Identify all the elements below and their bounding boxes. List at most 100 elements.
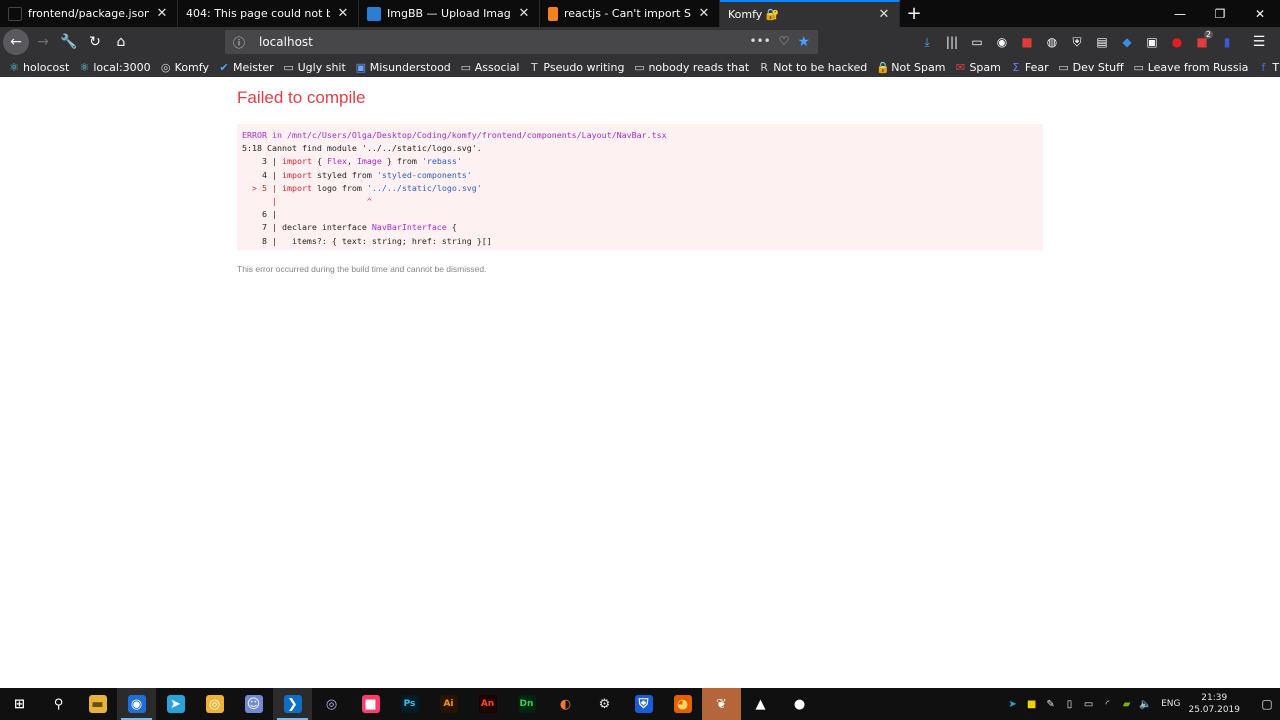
url-bar[interactable]: ⓘ localhost ••• ♡ ★ [225,30,818,54]
bookmark-item[interactable]: ✔ Meister [218,61,273,74]
extension-drop-icon[interactable]: ● [1166,30,1188,54]
close-icon[interactable]: ✕ [877,7,891,22]
telegram-tray-icon[interactable]: ➤ [1003,688,1022,720]
extension-blue-icon[interactable]: ◆ [1116,30,1138,54]
taskbar-app-highlighted[interactable]: ❦ [702,688,741,720]
info-icon[interactable]: ⓘ [233,34,249,51]
bookmark-item[interactable]: ⚛ holocost [8,61,69,74]
bookmark-item[interactable]: ▭ nobody reads that [633,61,749,74]
taskbar-start-button[interactable]: ⊞ [0,688,39,720]
tab-404[interactable]: 404: This page could not be found ✕ [178,0,359,27]
minimize-button[interactable]: — [1160,0,1200,27]
tab-komfy[interactable]: Komfy 🔐 ✕ [720,0,900,27]
language-indicator[interactable]: ENG [1161,699,1180,709]
paw-icon: ❦ [716,696,727,712]
shield-icon[interactable]: ⛨ [1066,30,1088,54]
extension-red-icon[interactable]: ■ [1016,30,1038,54]
bookmark-item[interactable]: 🔒 Not Spam [876,61,945,74]
taskbar-illustrator[interactable]: Ai [429,688,468,720]
taskbar-dimension[interactable]: Dn [507,688,546,720]
extension-badge-icon[interactable]: ■ 2 [1191,30,1213,54]
close-window-button[interactable]: ✕ [1240,0,1280,27]
bookmark-item[interactable]: ▭ Leave from Russia [1133,61,1249,74]
back-button[interactable]: ← [3,29,29,55]
bookmark-item[interactable]: f The Hell [1257,61,1280,74]
bookmark-item[interactable]: ▣ Misunderstood [355,61,451,74]
react-icon: ⚛ [79,60,90,74]
extension-flag-icon[interactable]: ▮ [1216,30,1238,54]
error-line: > 5 | import logo from '../../static/log… [242,182,1038,195]
close-icon[interactable]: ✕ [155,6,169,21]
notifications-icon[interactable]: ▢ [1254,688,1280,720]
reader-icon[interactable]: ▤ [1091,30,1113,54]
taskbar-bitwarden[interactable]: ⛨ [624,688,663,720]
toolbar-icons: ⤓ ||| ▭ ◉ ■ ◍ ⛨ ▤ ◆ ▣ ● ■ 2 ▮ [916,30,1241,54]
notes-tray-icon[interactable]: ■ [1022,688,1041,720]
pocket-icon[interactable]: ♡ [779,34,790,50]
bookmark-item[interactable]: ▭ Dev Stuff [1058,61,1123,74]
volume-icon[interactable]: 🔈 [1136,688,1155,720]
tab-stackoverflow[interactable]: reactjs - Can't import SVG into ✕ [540,0,720,27]
bookmark-item[interactable]: Σ Fear [1010,61,1048,74]
extension-globe-icon[interactable]: ◍ [1041,30,1063,54]
new-tab-button[interactable]: + [900,0,928,27]
download-icon[interactable]: ⤓ [916,30,938,54]
bookmark-label: nobody reads that [648,60,750,74]
bookmark-item[interactable]: T Pseudo writing [528,61,624,74]
bookmark-item[interactable]: ✉ Spam [954,61,1001,74]
taskbar-firefox-developer[interactable]: ◉ [117,688,156,720]
close-icon[interactable]: ✕ [697,6,711,21]
taskbar-discord[interactable]: ☺ [234,688,273,720]
bookmark-star-icon[interactable]: ★ [797,34,810,50]
error-line: 5:18 Cannot find module '../../static/lo… [242,142,1038,155]
usb-tray-icon[interactable]: ▯ [1060,688,1079,720]
wifi-icon[interactable]: ◜ [1098,688,1117,720]
sidebar-icon[interactable]: ▭ [966,30,988,54]
taskbar-blender[interactable]: ◐ [546,688,585,720]
taskbar-firefox[interactable]: ◕ [663,688,702,720]
pen-tray-icon[interactable]: ✎ [1041,688,1060,720]
taskbar-animate[interactable]: An [468,688,507,720]
battery-icon[interactable]: ▭ [1079,688,1098,720]
account-icon-glyph: ◉ [996,35,1008,49]
taskbar-github-desktop[interactable]: ● [780,688,819,720]
close-icon[interactable]: ✕ [517,6,531,21]
folder-icon: ▭ [460,60,471,74]
menu-icon[interactable]: ☰ [1248,30,1270,54]
library-icon[interactable]: ||| [941,30,963,54]
bookmark-item[interactable]: ▭ Associal [460,61,520,74]
bookmark-item[interactable]: ◎ Komfy [160,61,209,74]
extension-white-icon[interactable]: ▣ [1141,30,1163,54]
home-button[interactable]: ⌂ [109,30,133,54]
tools-button[interactable]: 🔧 [57,30,81,54]
circle-icon: ◎ [325,696,338,712]
page-actions-icon[interactable]: ••• [749,34,770,50]
vscode-icon: ❯ [283,695,302,713]
account-icon[interactable]: ◉ [991,30,1013,54]
close-icon[interactable]: ✕ [336,6,350,21]
taskbar-steam[interactable]: ⚙ [585,688,624,720]
bookmark-item[interactable]: R Not to be hacked [758,61,867,74]
taskbar-telegram[interactable]: ➤ [156,688,195,720]
extension-white-icon-glyph: ▣ [1146,35,1158,49]
bookmark-item[interactable]: ⚛ local:3000 [78,61,150,74]
reload-button[interactable]: ↻ [83,30,107,54]
taskbar-photos[interactable]: ▲ [741,688,780,720]
taskbar-file-explorer[interactable]: ▬ [78,688,117,720]
taskbar-screen-recorder[interactable]: ■ [351,688,390,720]
taskbar-cortana-app[interactable]: ◎ [312,688,351,720]
tab-imgbb[interactable]: ImgBB — Upload Image — Fre ✕ [359,0,540,27]
url-text[interactable]: localhost [259,35,749,49]
forward-button[interactable]: → [31,30,55,54]
taskbar-search-button[interactable]: ⚲ [39,688,78,720]
nvidia-icon[interactable]: ▰ [1117,688,1136,720]
taskbar-photoshop[interactable]: Ps [390,688,429,720]
system-clock[interactable]: 21:39 25.07.2019 [1188,692,1240,716]
tab-package-json[interactable]: frontend/package.json at mast ✕ [0,0,178,27]
taskbar-vscode[interactable]: ❯ [273,688,312,720]
maximize-button[interactable]: ❐ [1200,0,1240,27]
bookmark-item[interactable]: ▭ Ugly shit [283,61,345,74]
illustrator-icon: Ai [439,695,458,713]
taskbar-chrome-canary[interactable]: ◎ [195,688,234,720]
chrome-canary-icon: ◎ [205,695,224,713]
